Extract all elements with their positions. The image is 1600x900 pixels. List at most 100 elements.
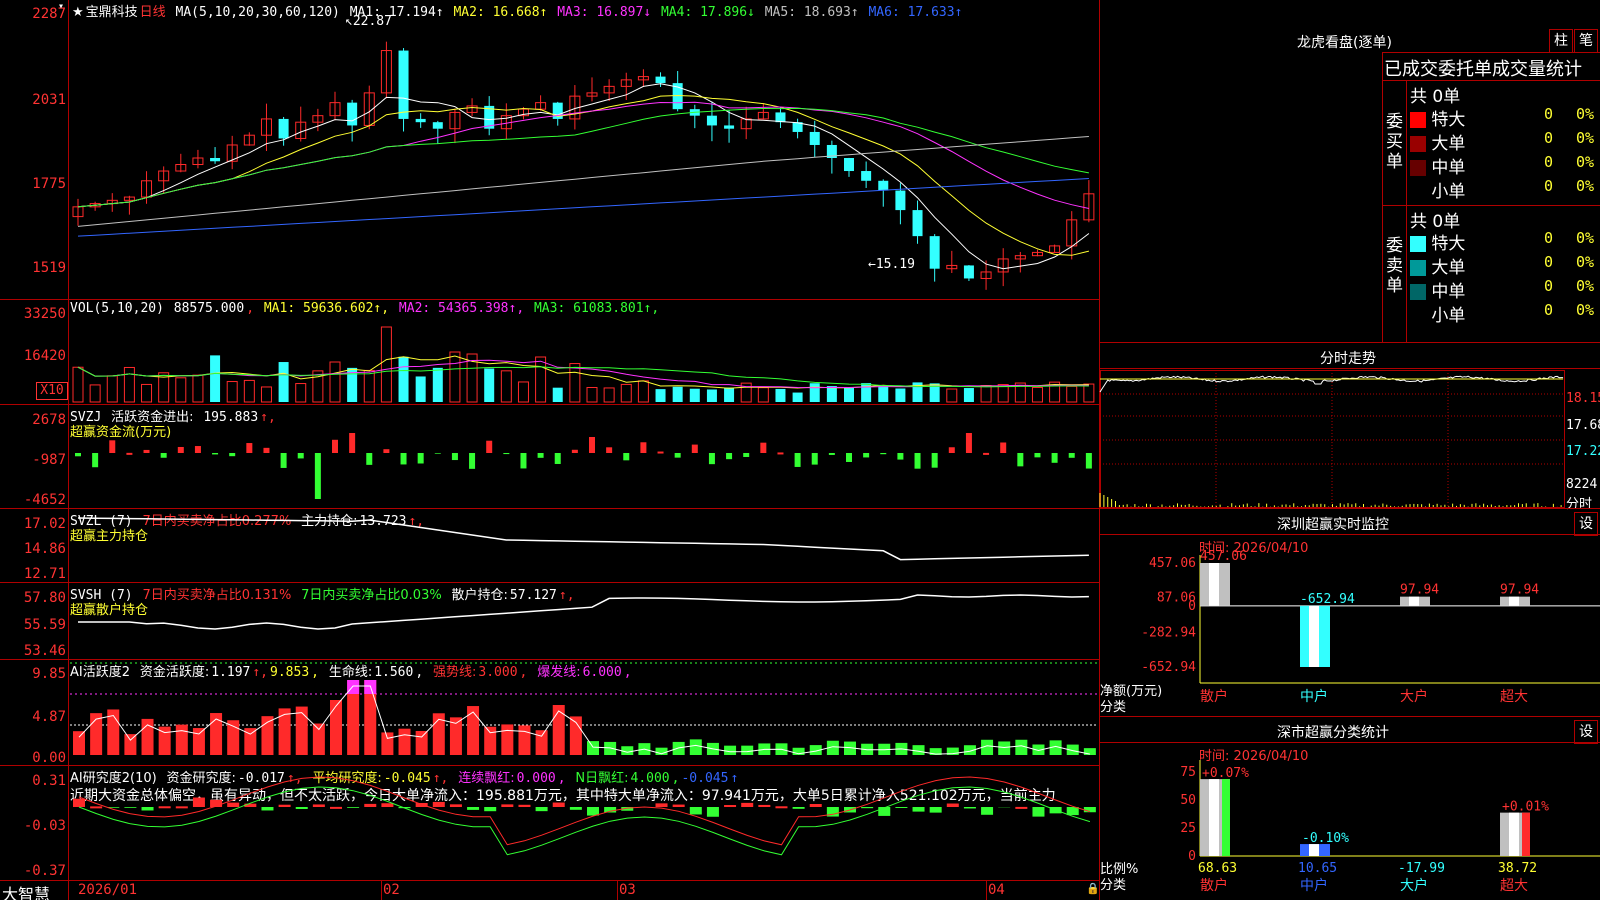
bar-mode-button[interactable]: 柱: [1549, 29, 1573, 53]
sz-classify-chart[interactable]: 75 50 25 0 +0.07% -0.10% +0.01% 68.63 10.65 -17.9…: [1100, 760, 1600, 900]
tick-mode-button[interactable]: 笔: [1574, 29, 1598, 53]
ai-research-bar: [724, 805, 737, 808]
svzl-ytick: 14.86: [23, 541, 66, 557]
svsh-chart[interactable]: [70, 584, 1098, 657]
candle-body: [775, 112, 786, 123]
candle-body: [210, 158, 221, 162]
volume-chart[interactable]: [70, 318, 1098, 403]
ai-active-bar: [724, 745, 737, 755]
svzj-bar: [486, 440, 493, 453]
volume-bar: [569, 363, 581, 403]
candle-body: [912, 210, 923, 237]
ma-line: [77, 101, 1090, 209]
vol-header: VOL(5,10,20) 88575.000, MA1: 59636.602↑,…: [70, 301, 660, 316]
kline-ytick: 1775: [32, 176, 66, 192]
ai-research-bar: [655, 803, 668, 807]
main-chart-area[interactable]: 2287 2031 1775 1519 33250 16420 X10 2678…: [0, 0, 1100, 900]
volume-bar: [792, 392, 803, 402]
svzj-bar: [75, 453, 81, 457]
order-type-label: 小单: [1426, 182, 1466, 202]
ai-active-ytick: 9.85: [32, 666, 66, 682]
sz-classify-settings-button[interactable]: 设: [1574, 720, 1598, 744]
svzj-bar: [1085, 453, 1092, 469]
sz-monitor-value-label: 97.94: [1500, 583, 1539, 598]
menu-arrow-icon[interactable]: ▾: [58, 2, 68, 12]
sz-classify-ytick: 0: [1188, 849, 1196, 864]
ai-active-bar: [381, 732, 394, 755]
order-pct: 0%: [1576, 253, 1595, 271]
vol-ytick: 16420: [23, 348, 66, 364]
lock-icon[interactable]: 🔒: [1086, 882, 1100, 895]
volume-bar: [449, 351, 461, 403]
svzj-bar: [760, 442, 767, 453]
order-count: 0: [1544, 253, 1554, 271]
order-row: 小单 0 0%: [1410, 301, 1600, 326]
order-count: 0: [1544, 301, 1554, 319]
sz-monitor-ytick: -282.94: [1141, 625, 1196, 640]
intraday-ytick: 17.68: [1566, 418, 1600, 433]
sz-monitor-settings-button[interactable]: 设: [1574, 512, 1598, 536]
ai-active-bar: [998, 741, 1011, 755]
volume-bar: [757, 387, 769, 403]
sz-monitor-value-label: 97.94: [1400, 583, 1439, 598]
svzj-bar: [246, 443, 253, 453]
ai-research-bar: [347, 807, 360, 808]
sz-monitor-title: 深圳超赢实时监控: [1277, 517, 1389, 533]
vol-ma-value-3: MA3: 61083.801↑,: [533, 301, 660, 316]
sell-side-label: 委卖单: [1386, 236, 1403, 296]
volume-bar: [878, 385, 889, 402]
svzj-bar: [794, 453, 801, 467]
sz-monitor-chart[interactable]: 457.0687.060-282.94-652.94457.06-652.949…: [1100, 549, 1600, 715]
svzj-bar: [640, 442, 647, 453]
intraday-chart[interactable]: [1099, 370, 1565, 508]
candle-body: [706, 115, 717, 126]
ai-research-bar: [449, 804, 462, 807]
svzj-bar: [606, 447, 613, 453]
ai-research-ytick: -0.37: [23, 863, 66, 879]
ai-active-bar: [621, 746, 634, 755]
sz-classify-pct-label: +0.07%: [1202, 766, 1249, 781]
sz-classify-title: 深市超赢分类统计: [1277, 725, 1389, 741]
x-axis-label: 04: [988, 882, 1005, 898]
vol-ma-value-2: MA2: 54365.398↑,: [398, 301, 532, 316]
ai-research-bar: [912, 807, 925, 812]
ai-active-bar: [312, 723, 325, 755]
vol-ma-value-1: MA1: 59636.602↑,: [263, 301, 397, 316]
ai-research-bar: [1015, 806, 1028, 809]
order-count: 0: [1544, 105, 1554, 123]
sz-monitor-bar-highlight: [1409, 596, 1419, 606]
sz-classify-bar-highlight: [1209, 779, 1219, 856]
svzj-bar: [451, 453, 458, 461]
ai-research-bar: [175, 806, 188, 809]
svzj-bar: [777, 452, 784, 455]
svzj-chart[interactable]: [70, 406, 1098, 506]
svzj-bar: [177, 446, 184, 453]
sz-monitor-ytick: 457.06: [1149, 556, 1196, 571]
svzj-bar: [983, 452, 990, 455]
vol-value: 88575.000: [173, 301, 245, 316]
ai-active-ytick: 4.87: [32, 709, 66, 725]
app-name[interactable]: 大智慧: [2, 881, 50, 900]
svzj-bar: [948, 447, 955, 453]
candlestick-chart[interactable]: [70, 18, 1098, 298]
svzl-chart[interactable]: [70, 510, 1098, 580]
ai-active-bar: [741, 745, 754, 755]
svsh-ytick: 55.59: [23, 617, 66, 633]
volume-bar: [826, 386, 837, 402]
svzj-bar: [1000, 442, 1007, 453]
order-type-label: 大单: [1426, 134, 1466, 154]
ai-active-chart[interactable]: [70, 661, 1098, 763]
ai-research-bar: [861, 807, 874, 809]
ai-research-chart[interactable]: [70, 767, 1098, 879]
svzj-bar: [417, 453, 424, 464]
sz-monitor-category: 中户: [1300, 688, 1328, 705]
intraday-title: 分时走势: [1320, 351, 1376, 367]
color-swatch: [1410, 136, 1426, 152]
svzj-bar: [914, 453, 921, 469]
svzj-bar: [691, 444, 698, 453]
ai-active-bar: [227, 720, 240, 755]
ai-research-bar: [706, 807, 719, 817]
kline-ytick: 1519: [32, 260, 66, 276]
order-type-label: 特大: [1426, 110, 1466, 130]
svzj-bar: [280, 453, 287, 468]
